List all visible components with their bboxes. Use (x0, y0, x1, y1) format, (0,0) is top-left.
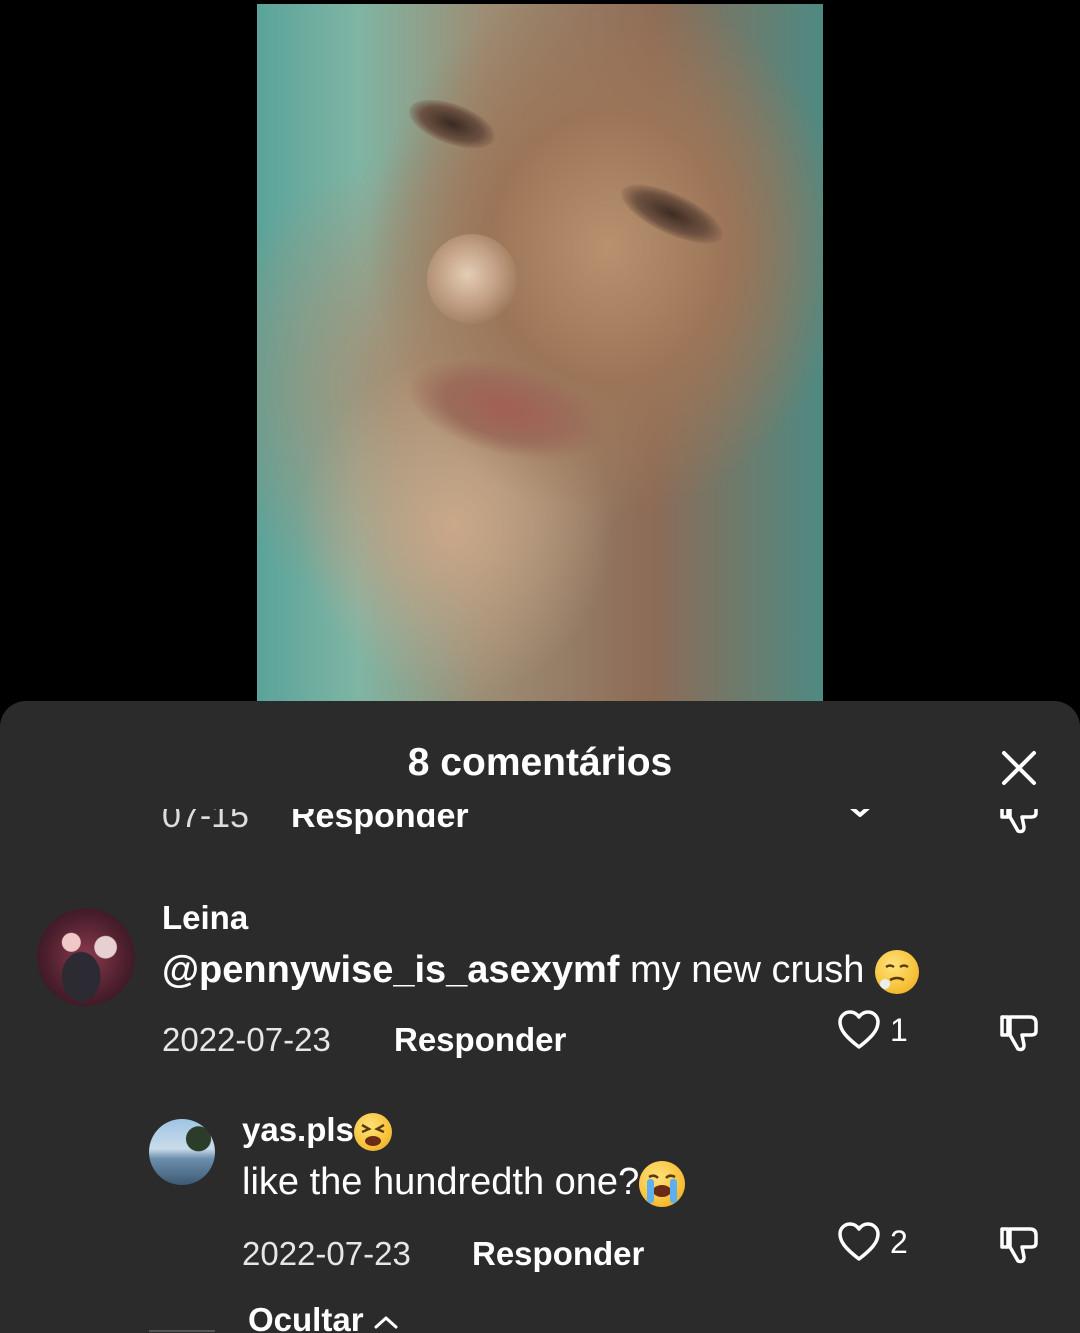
reply-button[interactable]: Responder (394, 1021, 566, 1059)
mention-link[interactable]: @pennywise_is_asexymf (162, 949, 619, 991)
comment-body: like the hundredth one? (242, 1161, 640, 1204)
previous-reply-button[interactable]: Responder (291, 809, 469, 836)
like-count: 1 (890, 1011, 908, 1048)
like-button[interactable]: 1 (836, 1007, 908, 1053)
video-detail (613, 172, 731, 256)
tired-face-emoji (353, 1113, 392, 1152)
close-icon (1002, 751, 1036, 785)
reply-button[interactable]: Responder (472, 1235, 644, 1273)
video-frame[interactable] (257, 4, 823, 701)
comments-title: 8 comentários (407, 741, 673, 784)
video-detail (402, 89, 502, 159)
video-detail (427, 234, 517, 324)
dislike-icon[interactable] (996, 809, 1042, 837)
chevron-down-icon[interactable] (840, 809, 880, 827)
dislike-icon (1000, 1227, 1038, 1264)
comments-sheet: 8 comentários 07-15 Responder Leina @pen… (0, 701, 1080, 1333)
chevron-up-icon (374, 1316, 398, 1329)
face-exhaling-emoji (874, 949, 919, 994)
video-detail (399, 341, 615, 477)
comment-username[interactable]: Leina (162, 899, 248, 937)
crying-face-emoji (639, 1161, 686, 1207)
comment-date: 2022-07-23 (162, 1021, 331, 1058)
like-button[interactable]: 2 (836, 1219, 908, 1265)
hide-replies-button[interactable]: Ocultar (248, 1301, 399, 1333)
previous-comment-row: 07-15 Responder (0, 809, 1080, 849)
heart-icon (838, 1010, 880, 1049)
dislike-icon (1000, 1015, 1038, 1052)
hide-label: Ocultar (248, 1301, 364, 1333)
comment-username[interactable]: yas.pls (242, 1111, 392, 1152)
previous-comment-date: 07-15 (162, 809, 249, 835)
avatar[interactable] (37, 908, 135, 1006)
comment-text: @pennywise_is_asexymf my new crush (162, 949, 919, 994)
comment-date: 2022-07-23 (242, 1235, 411, 1272)
heart-icon (838, 1222, 880, 1261)
dislike-button[interactable] (996, 1009, 1042, 1060)
comment-body: my new crush (619, 949, 875, 991)
divider (149, 1330, 215, 1332)
dislike-button[interactable] (996, 1221, 1042, 1272)
comment-text: like the hundredth one? (242, 1161, 686, 1207)
like-count: 2 (890, 1223, 908, 1260)
avatar[interactable] (149, 1119, 215, 1185)
username-text: yas.pls (242, 1111, 354, 1148)
close-button[interactable] (996, 745, 1042, 791)
